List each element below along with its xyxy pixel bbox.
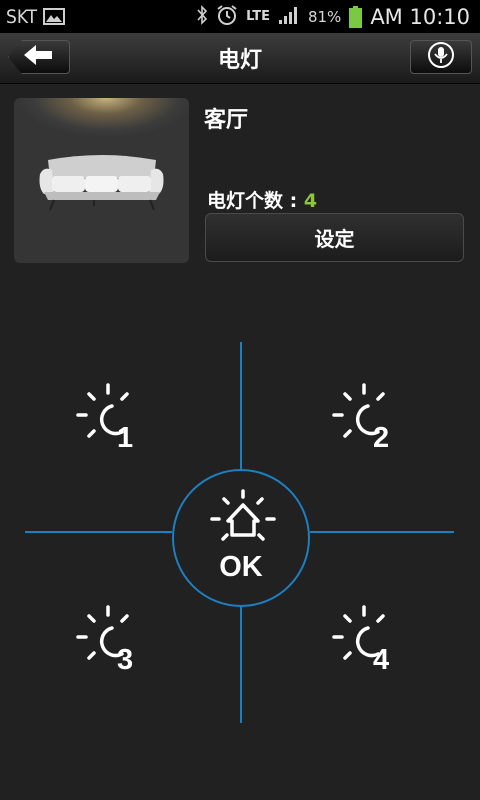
ok-button[interactable]: OK [172, 469, 310, 607]
lamp-number: 4 [373, 644, 390, 676]
bluetooth-icon [196, 4, 208, 29]
lamp-number: 2 [373, 422, 390, 454]
lamp-count-value: 4 [303, 190, 318, 212]
lamp-number: 3 [117, 644, 134, 676]
lamp-1-button[interactable]: 1 [72, 380, 162, 470]
page-title: 电灯 [217, 48, 262, 73]
clock: AM 10:10 [370, 4, 470, 29]
ok-label: OK [219, 551, 263, 583]
gallery-notification-icon [43, 8, 66, 25]
lamp-icon [328, 383, 418, 474]
lamp-3-button[interactable]: 3 [72, 602, 162, 692]
home-light-icon [208, 489, 278, 553]
lamp-count: 电灯个数 : 4 [207, 186, 317, 213]
carrier-name: SKT [6, 5, 38, 28]
battery-percent: 81% [307, 7, 342, 26]
voice-button[interactable] [410, 40, 472, 74]
room-name: 客厅 [204, 108, 249, 133]
battery-icon [349, 5, 363, 28]
lamp-count-label: 电灯个数 : [207, 190, 304, 212]
network-type: LTE [246, 9, 270, 24]
lamp-number: 1 [117, 422, 134, 454]
light-control-pad: 1 2 OK 3 4 [0, 330, 480, 730]
microphone-icon [428, 42, 454, 72]
lamp-2-button[interactable]: 2 [328, 380, 418, 470]
divider-bottom [240, 605, 242, 723]
divider-right [310, 531, 454, 533]
room-image [14, 98, 189, 263]
settings-button[interactable]: 设定 [205, 213, 464, 262]
divider-top [240, 342, 242, 470]
lamp-icon [72, 605, 162, 696]
lamp-4-button[interactable]: 4 [328, 602, 418, 692]
divider-left [25, 531, 172, 533]
signal-icon [278, 5, 300, 29]
title-bar: 电灯 [0, 33, 480, 84]
lamp-icon [72, 383, 162, 474]
lamp-icon [328, 605, 418, 696]
alarm-icon [216, 4, 238, 30]
status-bar: SKT LTE 81% AM 10:10 [0, 0, 480, 33]
